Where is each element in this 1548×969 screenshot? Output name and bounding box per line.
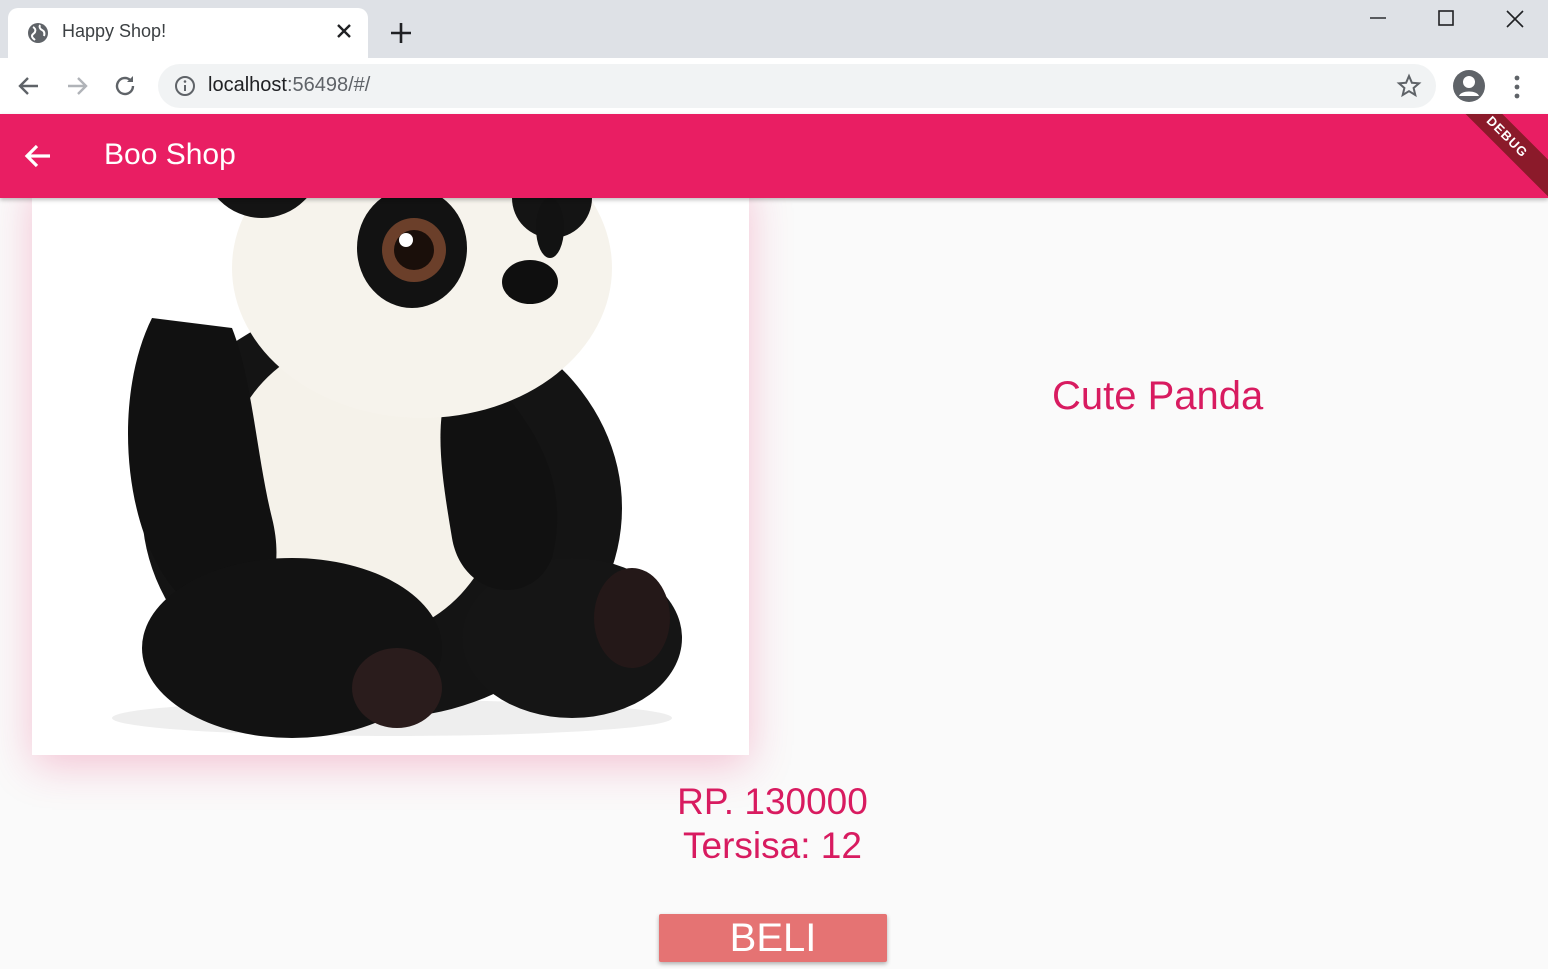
minimize-icon[interactable] bbox=[1366, 6, 1390, 30]
product-image bbox=[32, 198, 749, 755]
buy-button[interactable]: BELI bbox=[659, 914, 887, 962]
price-block: RP. 130000 Tersisa: 12 bbox=[620, 780, 925, 868]
reload-icon[interactable] bbox=[110, 71, 140, 101]
product-detail: Cute Panda RP. 130000 Tersisa: 12 BELI bbox=[0, 198, 1548, 969]
app-title: Boo Shop bbox=[104, 138, 236, 171]
panda-image bbox=[112, 198, 682, 738]
product-price: RP. 130000 bbox=[677, 781, 868, 822]
debug-banner: DEBUG bbox=[1437, 114, 1548, 198]
product-name: Cute Panda bbox=[1052, 374, 1264, 418]
app-bar: Boo Shop DEBUG bbox=[0, 114, 1548, 198]
product-stock: Tersisa: 12 bbox=[683, 825, 862, 866]
account-icon[interactable] bbox=[1452, 69, 1486, 103]
browser-tab[interactable]: Happy Shop! bbox=[8, 8, 368, 58]
plus-icon[interactable] bbox=[388, 20, 414, 46]
url-path: :56498/#/ bbox=[286, 74, 371, 96]
url-host: localhost bbox=[208, 74, 287, 96]
info-icon[interactable] bbox=[174, 75, 196, 97]
globe-icon bbox=[28, 23, 48, 43]
arrow-right-icon[interactable] bbox=[62, 71, 92, 101]
arrow-left-icon[interactable] bbox=[14, 71, 44, 101]
back-arrow-icon[interactable] bbox=[22, 140, 54, 172]
browser-toolbar: localhost:56498/#/ bbox=[0, 58, 1548, 114]
browser-tabstrip: Happy Shop! bbox=[0, 0, 1548, 58]
window-close-icon[interactable] bbox=[1502, 6, 1528, 32]
more-vert-icon[interactable] bbox=[1506, 73, 1528, 101]
close-icon[interactable] bbox=[334, 21, 354, 41]
star-icon[interactable] bbox=[1396, 73, 1422, 99]
url-text: localhost:56498/#/ bbox=[208, 74, 370, 97]
address-bar[interactable]: localhost:56498/#/ bbox=[158, 64, 1436, 108]
maximize-icon[interactable] bbox=[1434, 6, 1458, 30]
tab-title: Happy Shop! bbox=[62, 21, 167, 41]
